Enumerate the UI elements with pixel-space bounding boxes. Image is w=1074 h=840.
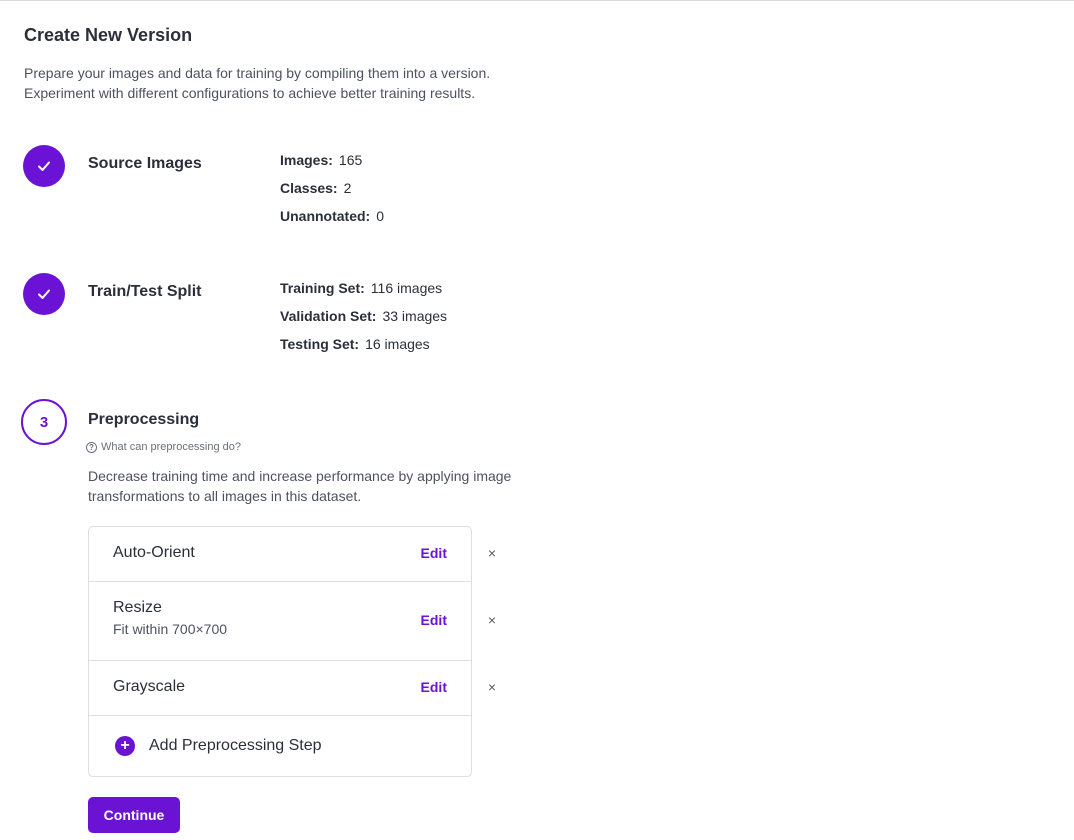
source-stats: Images: 165 Classes: 2 Unannotated: 0 — [280, 150, 384, 234]
preprocessing-steps-list: Auto-Orient Edit Resize Fit within 700×7… — [88, 526, 472, 777]
intro-line-2: Experiment with different configurations… — [24, 85, 476, 101]
preprocessing-item-auto-orient: Auto-Orient Edit — [89, 527, 471, 582]
question-circle-icon: ? — [86, 441, 97, 453]
stat-training-set: Training Set: 116 images — [280, 280, 443, 296]
stat-unannotated: Unannotated: 0 — [280, 208, 385, 224]
edit-resize-button[interactable]: Edit — [421, 612, 447, 628]
stat-classes: Classes: 2 — [280, 180, 352, 196]
page-intro: Prepare your images and data for trainin… — [24, 63, 490, 103]
step-preprocessing-title: Preprocessing — [88, 411, 200, 428]
item-name: Grayscale — [113, 678, 186, 695]
item-name: Auto-Orient — [113, 544, 195, 561]
step-split-complete-badge — [23, 273, 65, 315]
intro-line-1: Prepare your images and data for trainin… — [24, 65, 491, 81]
step-split-title: Train/Test Split — [88, 283, 202, 300]
add-step-label: Add Preprocessing Step — [149, 737, 322, 754]
item-detail: Fit within 700×700 — [113, 621, 228, 637]
split-stats: Training Set: 116 images Validation Set: 3… — [280, 278, 447, 362]
preprocessing-item-grayscale: Grayscale Edit — [89, 661, 471, 716]
stat-validation-set: Validation Set: 33 images — [280, 308, 448, 324]
remove-resize-close-icon[interactable]: × — [485, 612, 499, 628]
edit-auto-orient-button[interactable]: Edit — [421, 545, 447, 561]
plus-circle-icon: + — [115, 736, 135, 756]
stat-testing-set: Testing Set: 16 images — [280, 336, 430, 352]
step-source-title: Source Images — [88, 155, 202, 172]
item-name: Resize — [113, 599, 162, 616]
continue-button[interactable]: Continue — [88, 797, 180, 833]
step-source-complete-badge — [23, 145, 65, 187]
edit-grayscale-button[interactable]: Edit — [421, 679, 447, 695]
check-icon — [38, 161, 50, 171]
help-link-label: What can preprocessing do? — [101, 441, 242, 453]
top-divider — [0, 0, 1074, 2]
page-title: Create New Version — [24, 25, 193, 45]
preprocessing-description: Decrease training time and increase perf… — [88, 468, 512, 504]
remove-auto-orient-close-icon[interactable]: × — [485, 545, 499, 561]
remove-grayscale-close-icon[interactable]: × — [485, 679, 499, 695]
check-icon — [38, 289, 50, 299]
stat-images: Images: 165 — [280, 152, 363, 168]
preprocessing-item-resize: Resize Fit within 700×700 Edit — [89, 582, 471, 661]
step-preprocessing-number: 3 — [21, 399, 67, 445]
preprocessing-help-link[interactable]: ? What can preprocessing do? — [86, 441, 241, 453]
add-preprocessing-step-button[interactable]: + Add Preprocessing Step — [89, 716, 471, 776]
